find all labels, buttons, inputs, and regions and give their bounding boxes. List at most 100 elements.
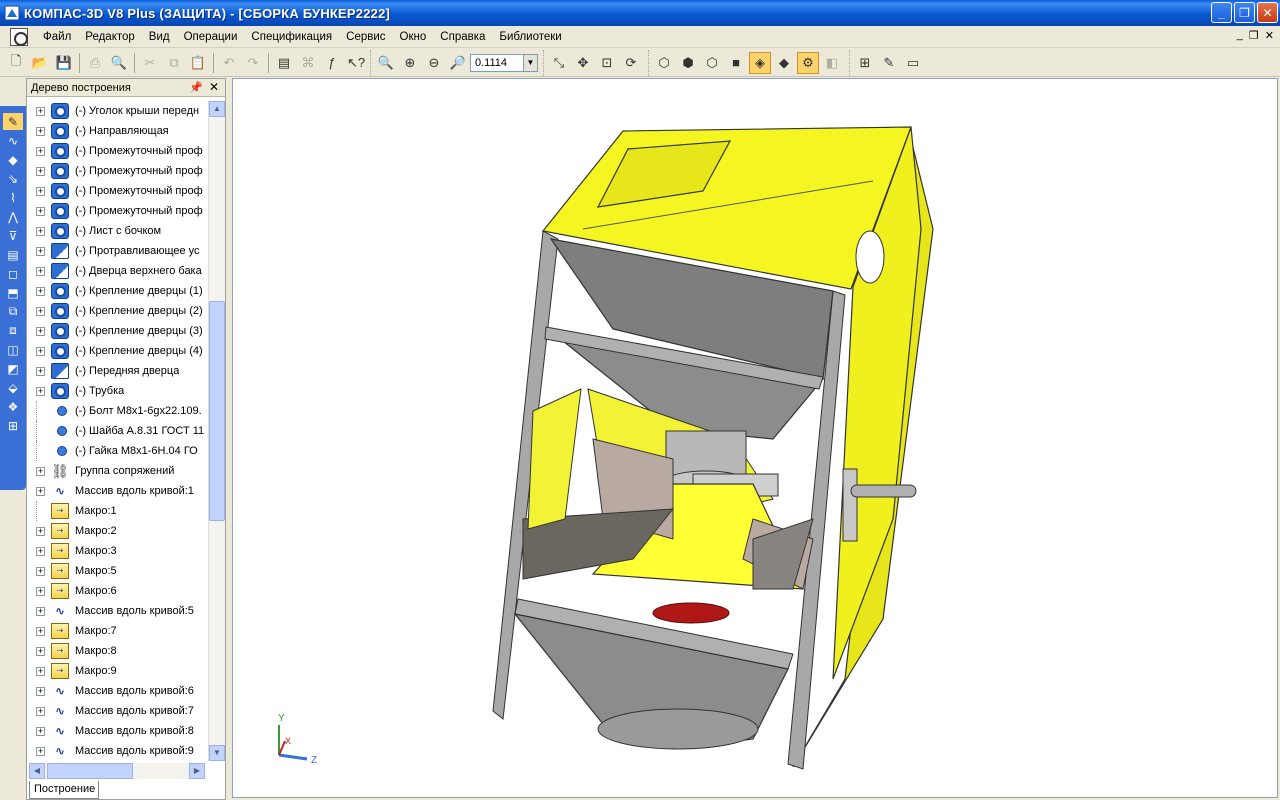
save-icon[interactable]: 💾 (53, 52, 75, 74)
tab-construction[interactable]: Построение (29, 781, 99, 799)
tree-horizontal-scrollbar[interactable]: ◀ ▶ (29, 763, 205, 779)
undo-icon[interactable]: ↶ (218, 52, 240, 74)
menu-specification[interactable]: Спецификация (244, 26, 339, 48)
doc-minimize-button[interactable]: _ (1237, 29, 1243, 42)
expand-icon[interactable]: + (36, 106, 45, 116)
tree-item[interactable]: + (-) Промежуточный проф (27, 201, 208, 221)
menu-file[interactable]: Файл (36, 26, 78, 48)
tree-item[interactable]: + ∿ Массив вдоль кривой:1 (27, 481, 208, 501)
scroll-right-icon[interactable]: ▶ (189, 763, 205, 779)
zoom-out-icon[interactable]: ⊖ (423, 52, 445, 74)
tree-item[interactable]: + ⇢ Макро:8 (27, 641, 208, 661)
hidden-lines-icon[interactable]: ⬢ (677, 52, 699, 74)
expand-icon[interactable]: + (36, 526, 45, 536)
filter-icon[interactable]: ⊽ (3, 227, 23, 244)
zoom-scale-dropdown[interactable]: ▼ (524, 53, 538, 72)
open-folder-icon[interactable]: 📂 (29, 52, 51, 74)
wireframe-icon[interactable]: ⬡ (653, 52, 675, 74)
sheet-metal-icon[interactable]: ◻ (3, 265, 23, 282)
cut-icon[interactable]: ✂ (139, 52, 161, 74)
scroll-down-icon[interactable]: ▼ (209, 745, 225, 761)
tree-item[interactable]: + (-) Промежуточный проф (27, 161, 208, 181)
tree-item[interactable]: + (-) Направляющая (27, 121, 208, 141)
pan-icon[interactable]: ✥ (572, 52, 594, 74)
expand-icon[interactable]: + (36, 466, 45, 476)
hscroll-thumb[interactable] (47, 763, 133, 779)
tree-item[interactable]: + (-) Крепление дверцы (1) (27, 281, 208, 301)
expand-icon[interactable]: + (36, 626, 45, 636)
tree-item[interactable]: + ⇢ Макро:7 (27, 621, 208, 641)
expand-icon[interactable]: + (36, 166, 45, 176)
menu-view[interactable]: Вид (142, 26, 177, 48)
expand-icon[interactable]: + (36, 266, 45, 276)
hide-icon[interactable]: ◧ (821, 52, 843, 74)
doc-restore-button[interactable]: ❐ (1249, 29, 1259, 42)
expand-icon[interactable]: + (36, 326, 45, 336)
expand-icon[interactable]: + (36, 486, 45, 496)
tree-item[interactable]: (-) Болт М8х1-6gх22.109. (27, 401, 208, 421)
variables-icon[interactable]: ⌘ (297, 52, 319, 74)
tree-item[interactable]: + (-) Лист с бочком (27, 221, 208, 241)
tree-item[interactable]: + (-) Передняя дверца (27, 361, 208, 381)
expand-icon[interactable]: + (36, 206, 45, 216)
tree-item[interactable]: + ⇢ Макро:5 (27, 561, 208, 581)
zoom-scale-input[interactable]: 0.1114 (470, 53, 524, 72)
tree-item[interactable]: + ∿ Массив вдоль кривой:5 (27, 601, 208, 621)
function-icon[interactable]: ƒ (321, 52, 343, 74)
rotate-icon[interactable]: ⟳ (620, 52, 642, 74)
expand-icon[interactable]: + (36, 566, 45, 576)
new-document-icon[interactable]: 🗋 (5, 52, 27, 74)
tree-item[interactable]: + ⇢ Макро:9 (27, 661, 208, 681)
copy-icon[interactable]: ⧉ (163, 52, 185, 74)
perspective-icon[interactable]: ◆ (773, 52, 795, 74)
tree-item[interactable]: + (-) Крепление дверцы (3) (27, 321, 208, 341)
expand-icon[interactable]: + (36, 186, 45, 196)
menu-libraries[interactable]: Библиотеки (492, 26, 568, 48)
fit-all-icon[interactable]: ⊡ (596, 52, 618, 74)
tree-item[interactable]: + ∿ Массив вдоль кривой:9 (27, 741, 208, 761)
spatial-curves-icon[interactable]: ∿ (3, 132, 23, 149)
print-icon[interactable]: ⎙ (84, 52, 106, 74)
menu-operations[interactable]: Операции (177, 26, 245, 48)
doc-close-button[interactable]: ✕ (1265, 29, 1274, 42)
measure-icon[interactable]: ⊞ (854, 52, 876, 74)
tree-item[interactable]: + ⇢ Макро:6 (27, 581, 208, 601)
halftone-outline-icon[interactable]: ◈ (749, 51, 771, 74)
scroll-up-icon[interactable]: ▲ (209, 101, 225, 117)
report-icon[interactable]: ⊞ (3, 417, 23, 434)
tree-item[interactable]: + (-) Крепление дверцы (2) (27, 301, 208, 321)
expand-icon[interactable]: + (36, 706, 45, 716)
paste-icon[interactable]: 📋 (187, 52, 209, 74)
library-icon[interactable]: ⬙ (3, 379, 23, 396)
auxiliary-geometry-icon[interactable]: ⌇ (3, 189, 23, 206)
objects-icon[interactable]: ❖ (3, 398, 23, 415)
manager-icon[interactable]: ▤ (273, 52, 295, 74)
orientation-icon[interactable]: ⤡ (548, 52, 570, 74)
assembly-icon[interactable]: ◩ (3, 360, 23, 377)
restore-button[interactable]: ❐ (1234, 2, 1255, 23)
scroll-thumb[interactable] (209, 301, 225, 521)
document-menu-icon[interactable] (10, 27, 28, 46)
edit-part-icon[interactable]: ✎ (3, 113, 23, 130)
expand-icon[interactable]: + (36, 226, 45, 236)
insert-component-icon[interactable]: ⬒ (3, 284, 23, 301)
expand-icon[interactable]: + (36, 726, 45, 736)
menu-edit[interactable]: Редактор (78, 26, 142, 48)
tree-item[interactable]: + ⇢ Макро:2 (27, 521, 208, 541)
expand-icon[interactable]: + (36, 346, 45, 356)
tree-item[interactable]: + ⇢ Макро:3 (27, 541, 208, 561)
mates-icon[interactable]: ⧈ (3, 322, 23, 339)
menu-help[interactable]: Справка (433, 26, 492, 48)
tree-item[interactable]: (-) Гайка М8х1-6Н.04 ГО (27, 441, 208, 461)
menu-window[interactable]: Окно (393, 26, 434, 48)
measure-tools-icon[interactable]: ⋀ (3, 208, 23, 225)
zoom-in-icon[interactable]: ⊕ (399, 52, 421, 74)
tree-item[interactable]: + (-) Промежуточный проф (27, 181, 208, 201)
specification-icon[interactable]: ▤ (3, 246, 23, 263)
expand-icon[interactable]: + (36, 666, 45, 676)
tree-item[interactable]: + ∿ Массив вдоль кривой:8 (27, 721, 208, 741)
expand-icon[interactable]: + (36, 746, 45, 756)
surfaces-icon[interactable]: ◆ (3, 151, 23, 168)
pin-icon[interactable]: 📌 (189, 81, 203, 94)
expand-icon[interactable]: + (36, 386, 45, 396)
